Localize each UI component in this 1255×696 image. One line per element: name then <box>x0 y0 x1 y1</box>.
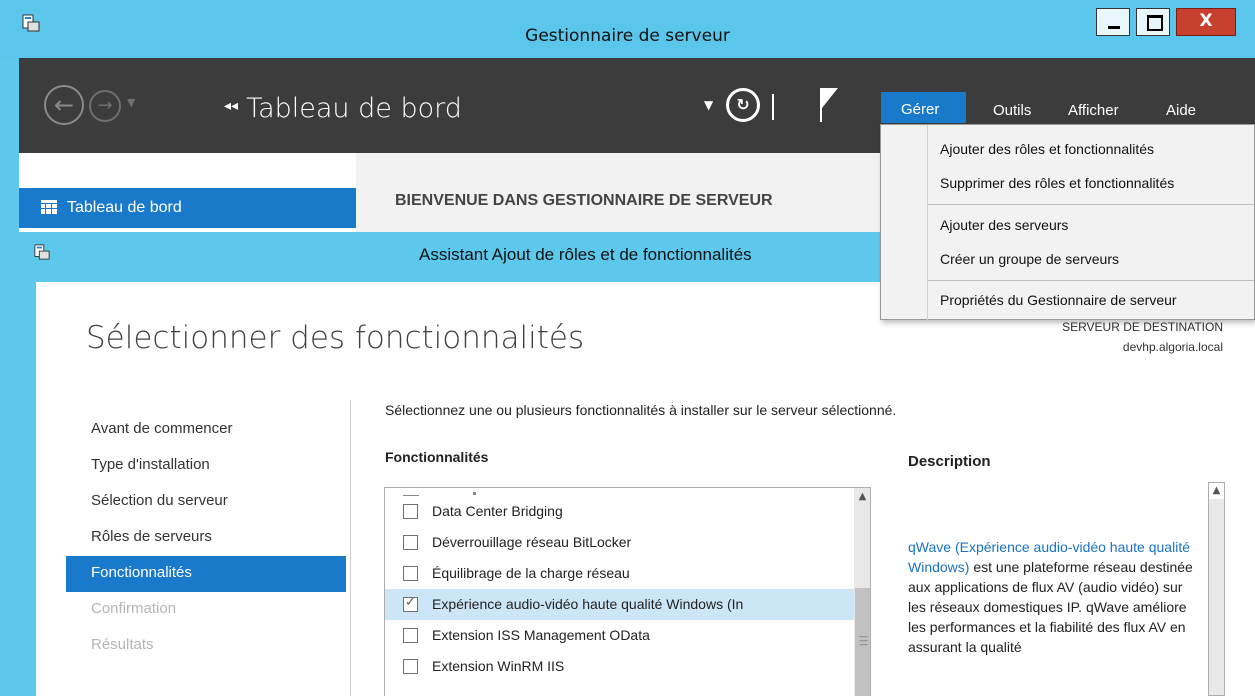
feature-checkbox[interactable] <box>403 504 418 519</box>
list-item[interactable]: Data Center Bridging <box>385 496 854 527</box>
feature-checkbox[interactable] <box>403 659 418 674</box>
scrollbar-grip-icon: — — — <box>859 632 868 650</box>
refresh-icon[interactable]: ↻ <box>726 88 760 122</box>
destination-server-host: devhp.algoria.local <box>1122 340 1223 354</box>
page-title: Sélectionner des fonctionnalités <box>86 320 585 356</box>
scroll-up-icon[interactable]: ▲ <box>1209 483 1224 499</box>
menu-manage[interactable]: Gérer <box>881 92 966 123</box>
history-dropdown-icon[interactable]: ▼ <box>127 96 135 109</box>
manage-menu-dropdown: Ajouter des rôles et fonctionnalités Sup… <box>880 124 1255 321</box>
feature-checkbox[interactable] <box>403 535 418 550</box>
partial-row-checkbox <box>403 488 419 496</box>
menu-item-server-manager-properties[interactable]: Propriétés du Gestionnaire de serveur <box>940 292 1177 308</box>
menu-separator <box>928 204 1254 205</box>
menu-icon-gutter <box>927 125 928 321</box>
features-header: Fonctionnalités <box>385 449 489 465</box>
menu-separator <box>928 280 1254 281</box>
maximize-button[interactable] <box>1136 8 1170 36</box>
forward-arrow-icon[interactable]: → <box>89 90 121 122</box>
breadcrumb-label: Tableau de bord <box>246 93 462 124</box>
wizard-steps: Avant de commencer Type d'installation S… <box>66 412 346 664</box>
scrollbar-thumb[interactable]: — — — <box>855 588 870 696</box>
features-list[interactable]: Data Center Bridging Déverrouillage rése… <box>384 487 871 696</box>
breadcrumb: ◂◂ Tableau de bord <box>224 93 462 124</box>
list-item[interactable]: Extension ISS Management OData <box>385 620 854 651</box>
toolbar-separator <box>772 94 774 120</box>
close-icon: X <box>1199 11 1213 31</box>
steps-divider <box>350 400 351 696</box>
list-item[interactable]: Déverrouillage réseau BitLocker <box>385 527 854 558</box>
sidebar-item-dashboard[interactable]: Tableau de bord <box>19 188 356 228</box>
step-server-selection[interactable]: Sélection du serveur <box>66 484 346 520</box>
description-scrollbar[interactable]: ▲ <box>1208 482 1225 696</box>
welcome-heading: BIENVENUE DANS GESTIONNAIRE DE SERVEUR <box>395 192 773 209</box>
step-confirmation: Confirmation <box>91 600 177 617</box>
features-instructions: Sélectionnez une ou plusieurs fonctionna… <box>385 402 897 418</box>
back-arrow-icon[interactable]: ← <box>44 85 84 125</box>
destination-server-label: SERVEUR DE DESTINATION <box>1062 320 1223 334</box>
wizard-body: Sélectionner des fonctionnalités SERVEUR… <box>36 282 1255 696</box>
wizard-app-icon <box>34 244 50 260</box>
menu-view[interactable]: Afficher <box>1068 102 1119 119</box>
close-button[interactable]: X <box>1176 8 1236 36</box>
breadcrumb-dropdown-icon[interactable]: ▼ <box>704 98 713 112</box>
features-scrollbar[interactable]: ▲ — — — <box>854 488 870 696</box>
step-results: Résultats <box>91 636 154 653</box>
step-server-roles[interactable]: Rôles de serveurs <box>66 520 346 556</box>
feature-label: Équilibrage de la charge réseau <box>432 565 630 581</box>
list-item[interactable]: Équilibrage de la charge réseau <box>385 558 854 589</box>
notifications-flag-icon[interactable] <box>819 86 839 124</box>
step-before-you-begin[interactable]: Avant de commencer <box>66 412 346 448</box>
feature-checkbox[interactable] <box>403 566 418 581</box>
list-item[interactable]: Extension WinRM IIS <box>385 651 854 682</box>
dashboard-grid-icon <box>41 200 57 214</box>
feature-label: Déverrouillage réseau BitLocker <box>432 534 632 550</box>
step-installation-type[interactable]: Type d'installation <box>66 448 346 484</box>
menu-item-remove-roles[interactable]: Supprimer des rôles et fonctionnalités <box>940 175 1174 191</box>
feature-checkbox-checked[interactable] <box>403 595 418 612</box>
window-title: Gestionnaire de serveur <box>525 26 730 46</box>
feature-label: Data Center Bridging <box>432 503 563 519</box>
scroll-up-icon[interactable]: ▲ <box>854 488 870 505</box>
menu-tools[interactable]: Outils <box>993 102 1031 119</box>
partial-row-text <box>473 492 476 495</box>
description-header: Description <box>908 453 991 470</box>
feature-label: Expérience audio-vidéo haute qualité Win… <box>432 596 744 612</box>
step-features[interactable]: Fonctionnalités <box>66 556 346 592</box>
list-item-selected[interactable]: Expérience audio-vidéo haute qualité Win… <box>385 589 854 620</box>
sidebar-item-label: Tableau de bord <box>67 199 182 216</box>
menu-item-create-server-group[interactable]: Créer un groupe de serveurs <box>940 251 1119 267</box>
menu-item-add-roles[interactable]: Ajouter des rôles et fonctionnalités <box>940 141 1154 157</box>
feature-label: Extension ISS Management OData <box>432 627 650 643</box>
breadcrumb-arrows-icon: ◂◂ <box>224 97 239 114</box>
feature-description: qWave (Expérience audio-vidéo haute qual… <box>908 537 1193 657</box>
server-manager-window: Gestionnaire de serveur X ← → ▼ ◂◂ Tablea… <box>0 0 1255 696</box>
minimize-button[interactable] <box>1096 8 1130 36</box>
menu-help[interactable]: Aide <box>1166 102 1196 119</box>
wizard-title: Assistant Ajout de rôles et de fonctionn… <box>419 245 752 264</box>
feature-label: Extension WinRM IIS <box>432 658 565 674</box>
window-titlebar[interactable]: Gestionnaire de serveur X <box>0 0 1255 58</box>
menu-item-add-servers[interactable]: Ajouter des serveurs <box>940 217 1068 233</box>
feature-checkbox[interactable] <box>403 628 418 643</box>
